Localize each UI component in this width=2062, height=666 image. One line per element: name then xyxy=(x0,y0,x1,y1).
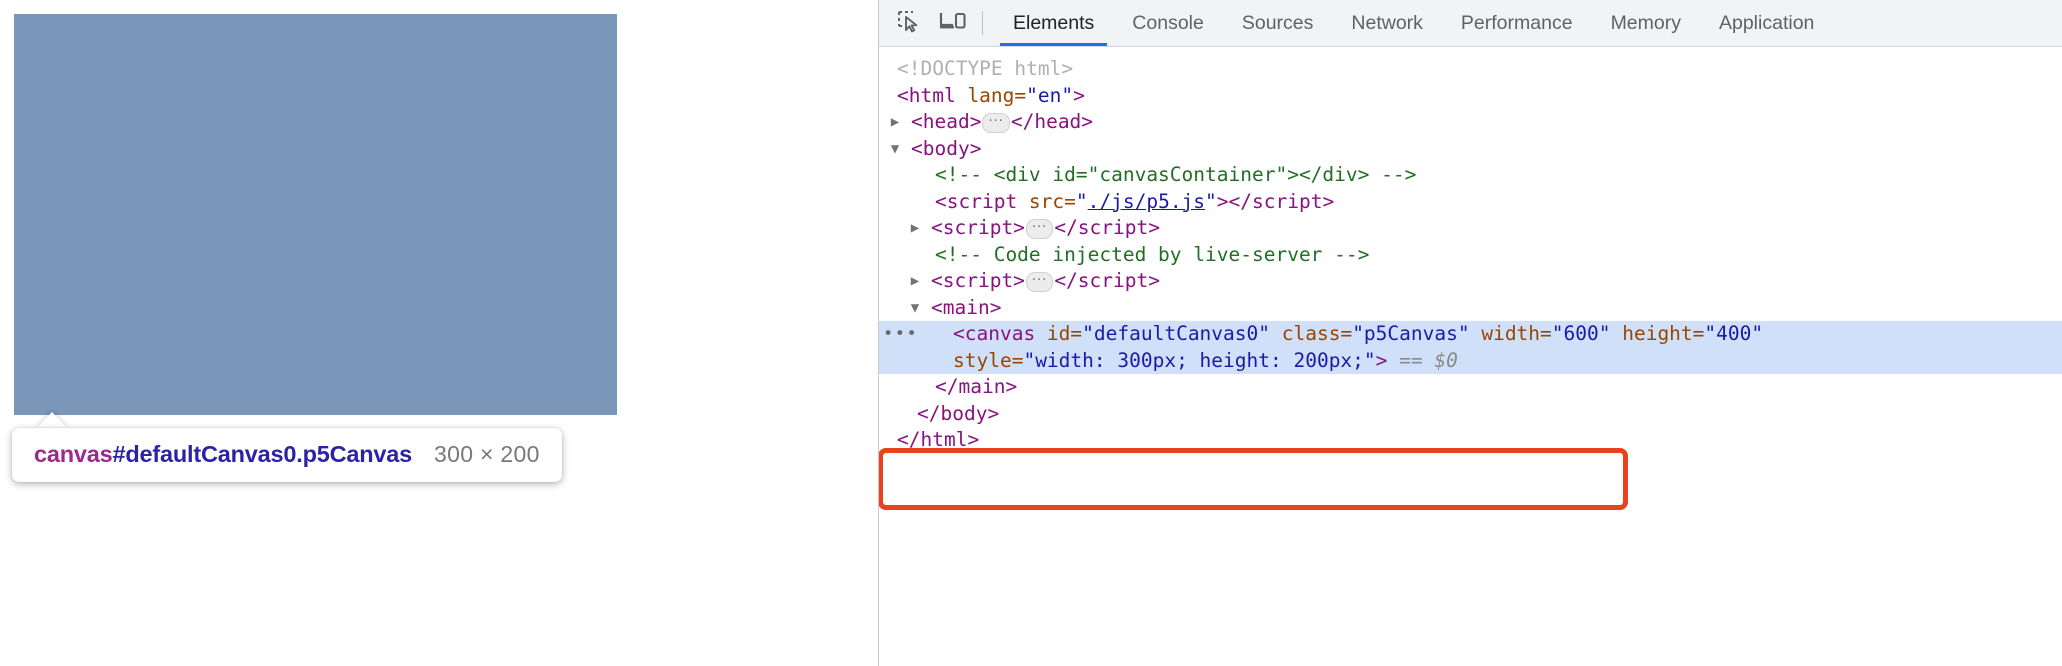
page-viewport: canvas #defaultCanvas0.p5Canvas 300 × 200 xyxy=(0,0,878,666)
dom-tree[interactable]: <!DOCTYPE html> <html lang="en"> ▶ <head>… xyxy=(879,47,2062,510)
body-close-tag: </body> xyxy=(917,401,1000,425)
inspect-element-button[interactable] xyxy=(887,1,931,45)
dom-node-main-close[interactable]: </main> xyxy=(879,374,2062,401)
tab-console[interactable]: Console xyxy=(1113,0,1223,46)
selected-node-annotation-box xyxy=(879,448,1628,510)
tab-sources[interactable]: Sources xyxy=(1223,0,1333,46)
dom-node-canvas-selected[interactable]: ••• <canvas id="defaultCanvas0" class="p5… xyxy=(879,321,2062,374)
dom-node-script-inline-2[interactable]: ▶ <script> ··· </script> xyxy=(879,268,2062,295)
dom-node-main[interactable]: ▼ <main> xyxy=(879,295,2062,322)
row-overflow-dots[interactable]: ••• xyxy=(883,321,918,348)
dom-node-doctype[interactable]: <!DOCTYPE html> xyxy=(879,56,2062,83)
script-inline-2-close-tag: </script> xyxy=(1054,269,1160,292)
canvas-width-attr-name: width= xyxy=(1469,322,1552,345)
canvas-height-attr-name: height= xyxy=(1610,322,1705,345)
dom-node-head[interactable]: ▶ <head> ··· </head> xyxy=(879,109,2062,136)
tab-sources-label: Sources xyxy=(1241,11,1314,34)
html-open-tag-close: > xyxy=(1073,83,1085,107)
inspect-tooltip-dimensions: 300 × 200 xyxy=(434,441,540,467)
script-p5-open-tag: <script xyxy=(935,189,1018,213)
head-close-tag: </head> xyxy=(1010,110,1094,133)
body-open-tag: <body> xyxy=(911,136,982,160)
canvas-class-attr-value[interactable]: "p5Canvas" xyxy=(1352,322,1469,345)
head-open-tag: <head> xyxy=(911,110,982,133)
twisty-collapsed-script-1[interactable]: ▶ xyxy=(907,215,923,242)
canvas-console-ref: == $0 xyxy=(1399,348,1458,372)
dom-node-html-close[interactable]: </html> xyxy=(879,427,2062,454)
dom-node-body[interactable]: ▼ <body> xyxy=(879,136,2062,163)
twisty-expanded-body[interactable]: ▼ xyxy=(887,136,903,163)
tab-memory-label: Memory xyxy=(1610,11,1681,34)
tab-application[interactable]: Application xyxy=(1700,0,1833,46)
tab-elements-label: Elements xyxy=(1013,11,1095,34)
head-collapsed-children-badge[interactable]: ··· xyxy=(982,113,1010,133)
devtools-panel: Elements Console Sources Network Perform… xyxy=(878,0,2062,666)
html-open-tag: <html xyxy=(897,83,956,107)
inspect-tooltip-id-class: #defaultCanvas0.p5Canvas xyxy=(112,441,413,467)
html-close-tag: </html> xyxy=(897,428,980,451)
dom-node-script-inline-1[interactable]: ▶ <script> ··· </script> xyxy=(879,215,2062,242)
canvas-height-attr-value[interactable]: "400" xyxy=(1704,322,1763,345)
script-p5-src-link[interactable]: ./js/p5.js xyxy=(1088,190,1205,213)
html-lang-attr-name: lang= xyxy=(955,83,1027,107)
tab-network-label: Network xyxy=(1351,11,1423,34)
script-inline-1-close-tag: </script> xyxy=(1054,216,1160,239)
p5-canvas[interactable] xyxy=(14,14,617,415)
script-p5-src-attr-name: src= xyxy=(1017,189,1076,213)
tab-application-label: Application xyxy=(1718,11,1815,34)
dom-node-html[interactable]: <html lang="en"> xyxy=(879,83,2062,110)
canvas-width-attr-value[interactable]: "600" xyxy=(1552,322,1611,345)
script-p5-quote-close: " xyxy=(1205,189,1217,213)
twisty-collapsed-script-2[interactable]: ▶ xyxy=(907,268,923,295)
doctype-text: <!DOCTYPE html> xyxy=(897,57,1074,80)
canvas-style-attr-value[interactable]: "width: 300px; height: 200px;" xyxy=(1023,349,1375,372)
script-inline-2-open-tag: <script> xyxy=(931,269,1025,292)
canvas-open-tag-close: > xyxy=(1375,348,1388,372)
script-p5-quote-open: " xyxy=(1075,189,1088,213)
twisty-collapsed-head[interactable]: ▶ xyxy=(887,109,903,136)
devtools-tabbar: Elements Console Sources Network Perform… xyxy=(879,0,2062,47)
tab-memory[interactable]: Memory xyxy=(1592,0,1700,46)
html-lang-attr-value: "en" xyxy=(1026,83,1074,107)
tab-performance-label: Performance xyxy=(1460,11,1573,34)
tabbar-divider xyxy=(982,11,983,35)
canvas-open-tag: <canvas xyxy=(953,322,1036,345)
comment-canvas-container-text: <!-- <div id="canvasContainer"></div> --… xyxy=(935,163,1417,186)
dom-node-body-close[interactable]: </body> xyxy=(879,401,2062,428)
canvas-id-attr-name: id= xyxy=(1035,322,1083,345)
inspect-tooltip: canvas #defaultCanvas0.p5Canvas 300 × 200 xyxy=(12,428,562,482)
tab-performance[interactable]: Performance xyxy=(1442,0,1592,46)
dom-node-comment-live-server[interactable]: <!-- Code injected by live-server --> xyxy=(879,242,2062,269)
inspect-element-icon xyxy=(896,8,922,39)
inspect-tooltip-arrow xyxy=(36,412,68,429)
device-toolbar-icon xyxy=(939,9,967,38)
script-inline-2-collapsed-children-badge[interactable]: ··· xyxy=(1025,272,1054,292)
tab-network[interactable]: Network xyxy=(1332,0,1442,46)
main-close-tag: </main> xyxy=(935,375,1018,398)
canvas-id-attr-value[interactable]: "defaultCanvas0" xyxy=(1082,322,1270,345)
inspect-tooltip-tag-name: canvas xyxy=(34,441,113,467)
script-inline-1-collapsed-children-badge[interactable]: ··· xyxy=(1025,219,1054,239)
canvas-style-attr-name: style= xyxy=(953,348,1024,372)
twisty-expanded-main[interactable]: ▼ xyxy=(907,295,923,322)
tab-elements[interactable]: Elements xyxy=(994,0,1113,46)
dom-node-comment-canvas-container[interactable]: <!-- <div id="canvasContainer"></div> --… xyxy=(879,162,2062,189)
tab-console-label: Console xyxy=(1132,11,1204,34)
script-p5-close-tag: ></script> xyxy=(1216,189,1335,213)
main-open-tag: <main> xyxy=(931,295,1002,319)
canvas-class-attr-name: class= xyxy=(1270,322,1353,345)
comment-live-server-text: <!-- Code injected by live-server --> xyxy=(935,242,1370,266)
device-toolbar-button[interactable] xyxy=(931,1,975,45)
dom-node-script-p5[interactable]: <script src="./js/p5.js"></script> xyxy=(879,189,2062,216)
script-inline-1-open-tag: <script> xyxy=(931,216,1025,239)
